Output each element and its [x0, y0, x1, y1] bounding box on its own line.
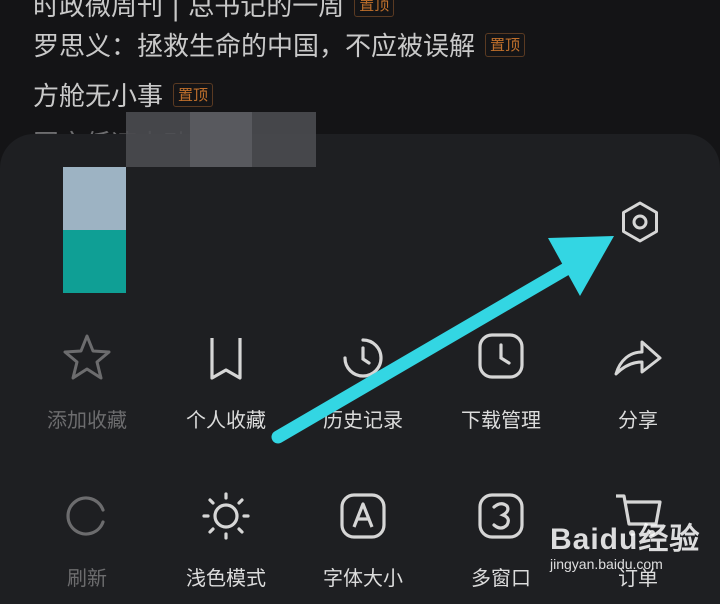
- watermark-url: jingyan.baidu.com: [550, 556, 663, 572]
- bookmark-icon: [210, 338, 242, 380]
- settings-hexagon-icon[interactable]: [618, 200, 662, 244]
- font-size-button[interactable]: 字体大小: [303, 488, 423, 591]
- menu-label: 下载管理: [461, 408, 541, 432]
- multi-window-icon: [478, 493, 524, 539]
- baidu-jingyan-watermark: Baidu经验 jingyan.baidu.com: [550, 514, 715, 574]
- light-mode-button[interactable]: 浅色模式: [166, 488, 286, 591]
- menu-label: 添加收藏: [47, 408, 127, 432]
- avatar[interactable]: [63, 230, 126, 293]
- news-title: 时政微周刊 | 总书记的一周: [33, 0, 345, 22]
- menu-label: 浅色模式: [186, 566, 266, 590]
- refresh-button[interactable]: 刷新: [27, 488, 147, 591]
- news-title: 罗思义：拯救生命的中国，不应被误解: [33, 32, 476, 62]
- refresh-icon: [66, 496, 105, 536]
- pinned-tag: 置顶: [354, 0, 395, 17]
- menu-label: 个人收藏: [186, 408, 266, 432]
- multi-window-button[interactable]: 多窗口: [441, 488, 561, 591]
- sun-icon: [202, 492, 250, 540]
- font-size-icon: [340, 493, 386, 539]
- news-title: 方舱无小事: [33, 82, 164, 112]
- news-item[interactable]: 时政微周刊 | 总书记的一周 置顶: [33, 0, 395, 23]
- news-item[interactable]: 方舱无小事 置顶: [33, 76, 214, 113]
- star-icon: [63, 334, 111, 380]
- blur-mosaic: [190, 112, 252, 167]
- download-clock-icon: [478, 333, 524, 379]
- download-manager-button[interactable]: 下载管理: [441, 330, 561, 433]
- avatar[interactable]: [63, 167, 126, 230]
- history-button[interactable]: 历史记录: [303, 330, 423, 433]
- menu-label: 字体大小: [323, 566, 403, 590]
- menu-label: 历史记录: [323, 408, 403, 432]
- news-item[interactable]: 罗思义：拯救生命的中国，不应被误解 置顶: [33, 26, 526, 63]
- clock-icon: [343, 338, 383, 378]
- share-icon: [614, 340, 662, 376]
- pinned-tag: 置顶: [485, 32, 526, 57]
- share-button[interactable]: 分享: [578, 330, 698, 433]
- menu-label: 分享: [618, 408, 658, 432]
- menu-label: 多窗口: [471, 566, 531, 590]
- add-favorite-button[interactable]: 添加收藏: [27, 330, 147, 433]
- watermark-logo: Baidu经验: [550, 523, 701, 556]
- my-favorites-button[interactable]: 个人收藏: [166, 330, 286, 433]
- menu-label: 刷新: [67, 566, 107, 590]
- pinned-tag: 置顶: [173, 82, 214, 107]
